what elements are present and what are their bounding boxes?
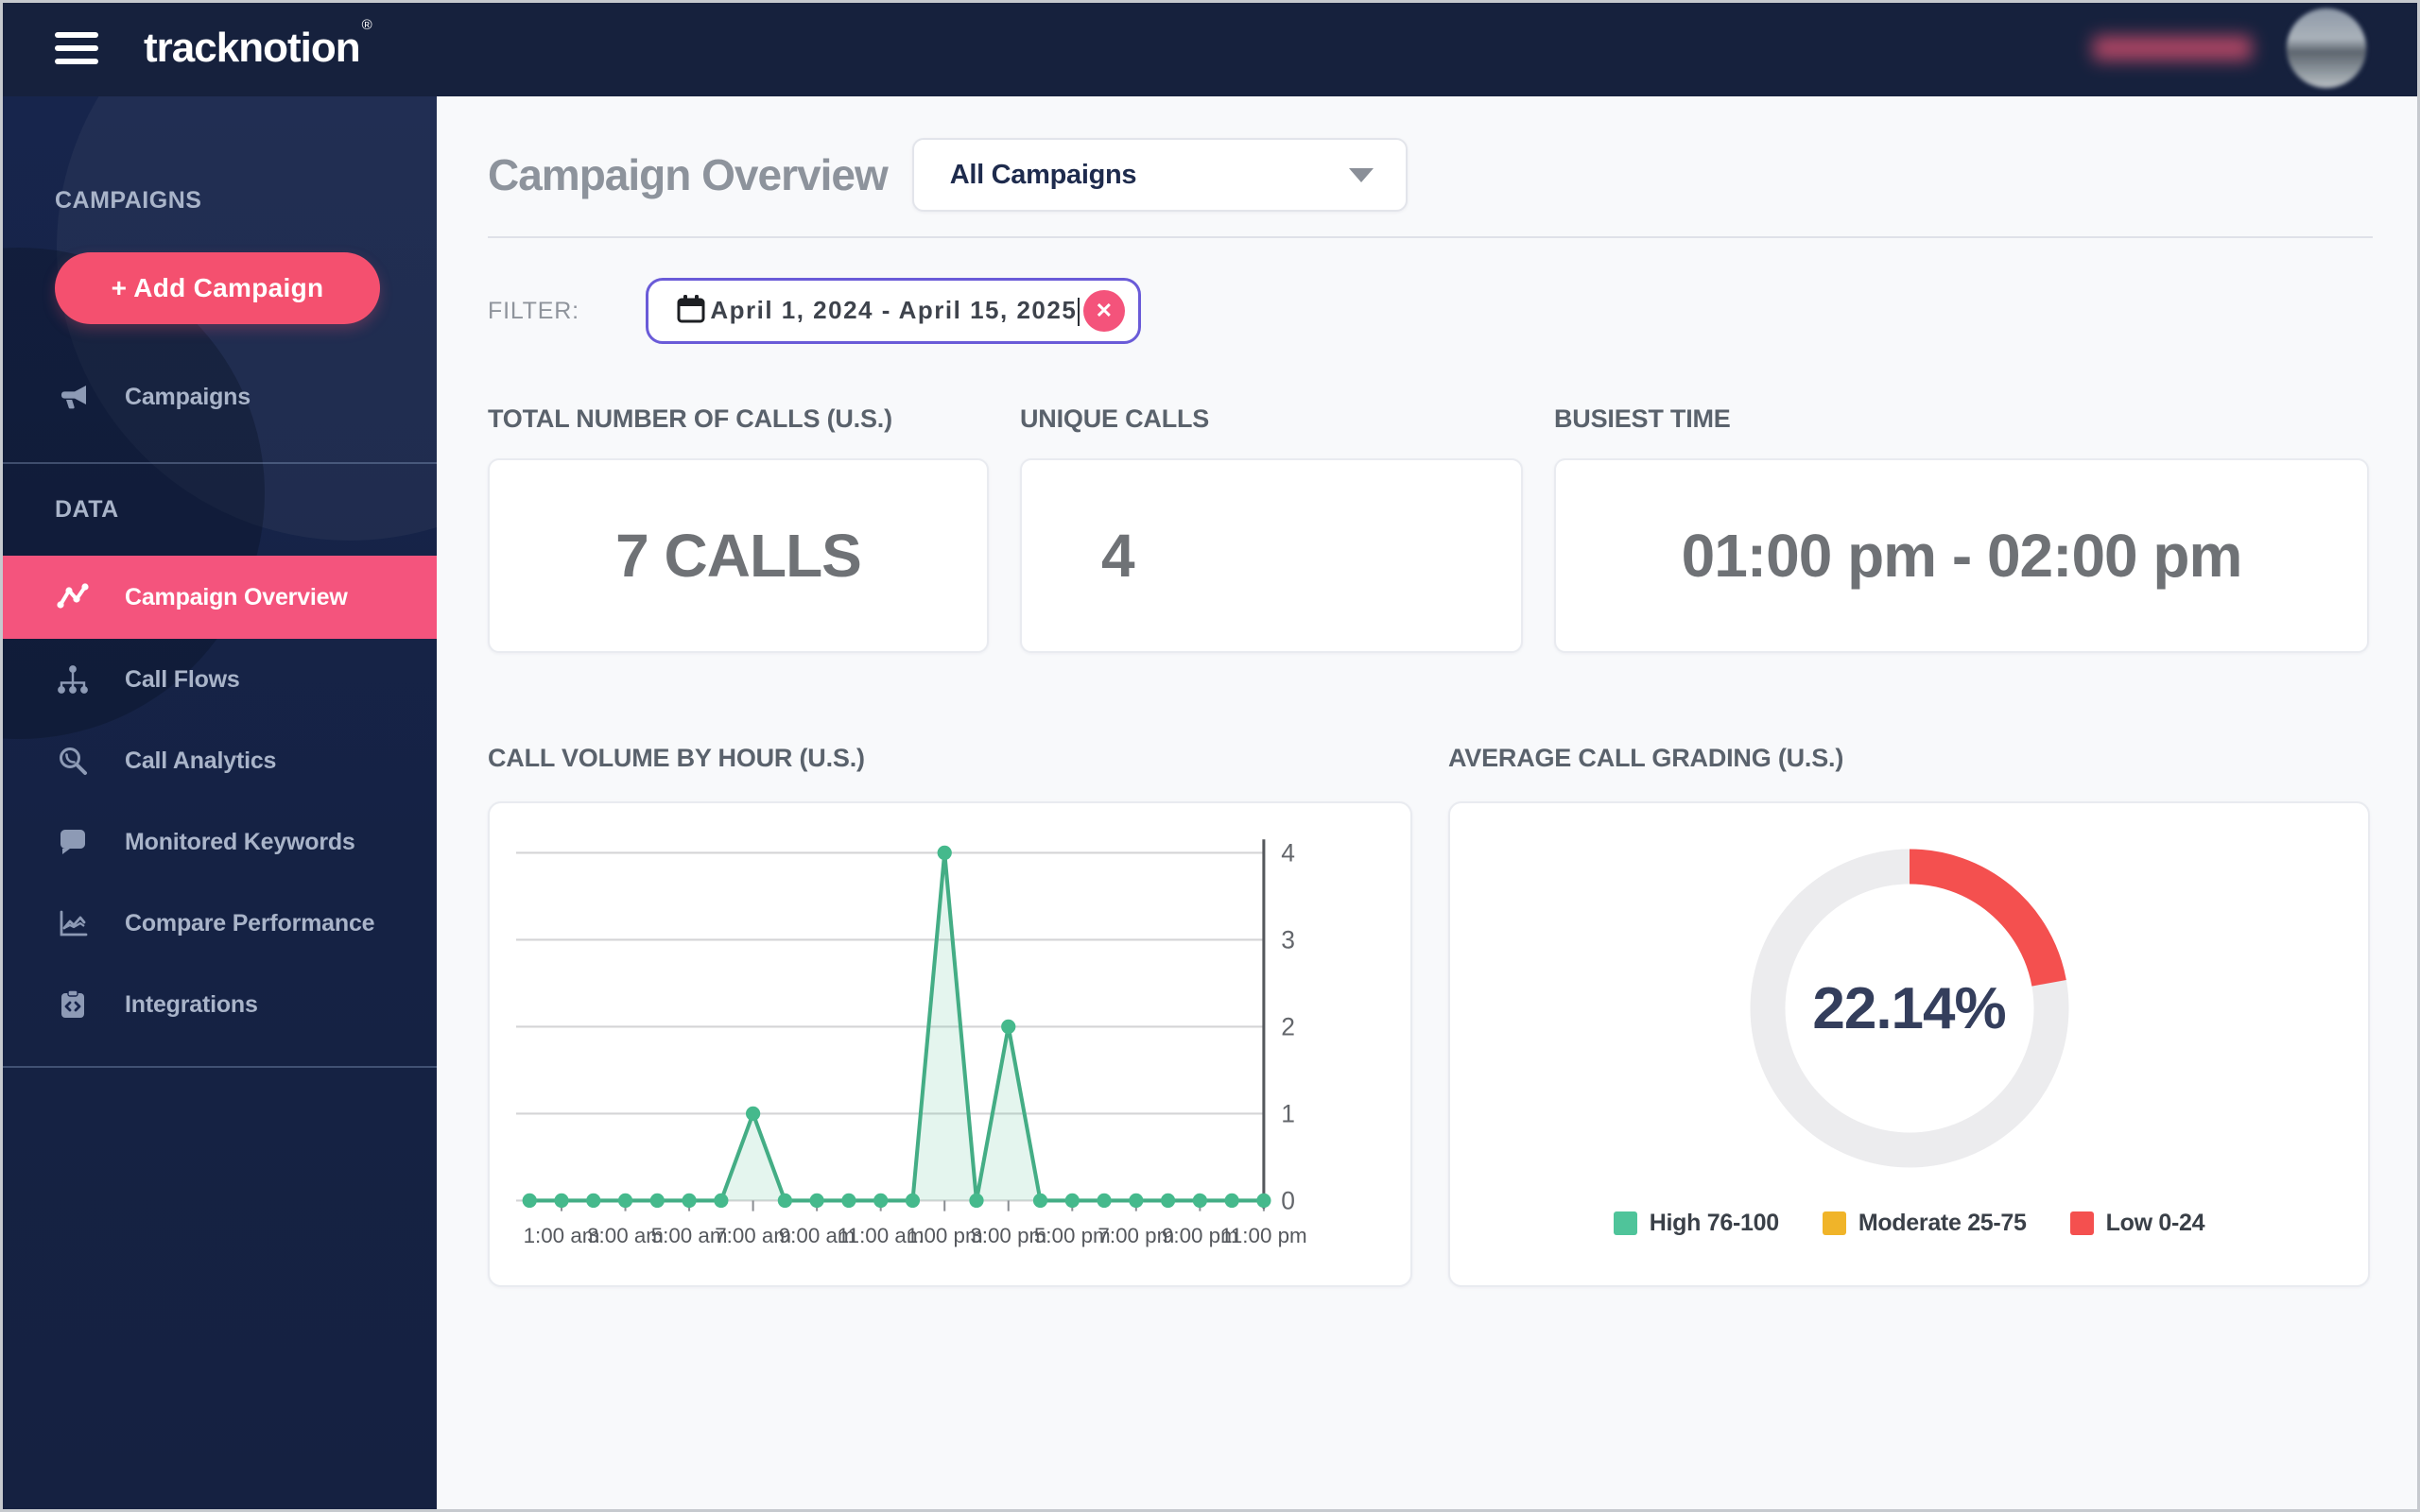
svg-text:4: 4	[1281, 839, 1295, 868]
sidebar-item-compare-performance[interactable]: Compare Performance	[0, 883, 437, 964]
line-chart-icon	[55, 579, 91, 615]
sidebar-heading-campaigns: CAMPAIGNS	[55, 187, 202, 214]
svg-text:1: 1	[1281, 1100, 1295, 1128]
search-phone-icon	[55, 743, 91, 779]
svg-text:0: 0	[1281, 1187, 1295, 1215]
legend-swatch-high	[1613, 1211, 1637, 1235]
legend-swatch-moderate	[1822, 1211, 1846, 1235]
sidebar-heading-data: DATA	[55, 496, 119, 523]
stat-value: 7 CALLS	[615, 522, 862, 590]
legend-item-high: High 76-100	[1613, 1210, 1779, 1237]
call-volume-section: CALL VOLUME BY HOUR (U.S.) 0 1 2 3 4 1:00 am 3…	[488, 744, 1412, 1287]
sidebar-item-campaigns[interactable]: Campaigns	[0, 356, 437, 438]
app-logo: tracknotion ®	[144, 17, 372, 71]
text-cursor	[1078, 298, 1080, 327]
sidebar-item-label: Integrations	[125, 990, 258, 1018]
grading-percentage: 22.14%	[1812, 975, 2006, 1041]
title-divider	[488, 236, 2373, 238]
sidebar-item-integrations[interactable]: Integrations	[0, 964, 437, 1045]
stat-value: 01:00 pm - 02:00 pm	[1681, 522, 2243, 590]
clear-filter-button[interactable]: ✕	[1082, 290, 1125, 332]
sidebar-item-call-analytics[interactable]: Call Analytics	[0, 720, 437, 801]
page-title: Campaign Overview	[488, 150, 889, 199]
user-name-redacted[interactable]	[2093, 36, 2252, 60]
stat-unique-calls: UNIQUE CALLS 4	[1020, 404, 1523, 653]
filter-label: FILTER:	[488, 297, 579, 324]
sidebar-item-monitored-keywords[interactable]: Monitored Keywords	[0, 801, 437, 883]
sidebar-item-campaign-overview[interactable]: Campaign Overview	[0, 556, 437, 639]
sidebar-divider-bottom	[0, 1066, 437, 1068]
sidebar-item-label: Compare Performance	[125, 909, 375, 936]
registered-mark: ®	[361, 17, 372, 34]
add-campaign-button[interactable]: + Add Campaign	[55, 252, 380, 324]
app-window: tracknotion ® CAMPAIGNS + Add Campaign Ca…	[0, 0, 2420, 1512]
legend-item-moderate: Moderate 25-75	[1822, 1210, 2027, 1237]
stat-card: 01:00 pm - 02:00 pm	[1554, 458, 2369, 653]
campaign-select-dropdown[interactable]: All Campaigns	[911, 138, 1408, 212]
stat-busiest-time: BUSIEST TIME 01:00 pm - 02:00 pm	[1554, 404, 2369, 653]
chevron-down-icon	[1348, 167, 1374, 182]
stat-card: 4	[1020, 458, 1523, 653]
legend-label: Moderate 25-75	[1858, 1210, 2027, 1236]
hamburger-menu-icon[interactable]	[55, 32, 98, 64]
legend-label: Low 0-24	[2105, 1210, 2205, 1236]
user-avatar[interactable]	[2286, 8, 2367, 89]
call-grading-title: AVERAGE CALL GRADING (U.S.)	[1448, 744, 1844, 772]
calendar-icon	[675, 293, 707, 330]
main-content: Campaign Overview All Campaigns FILTER: …	[437, 96, 2420, 1512]
clipboard-code-icon	[55, 987, 91, 1022]
topbar: tracknotion ®	[0, 0, 2420, 96]
call-volume-title: CALL VOLUME BY HOUR (U.S.)	[488, 744, 865, 772]
sidebar-item-label: Campaign Overview	[125, 583, 348, 610]
sitemap-icon	[55, 662, 91, 697]
grading-legend: High 76-100 Moderate 25-75 Low 0-24	[1613, 1210, 2205, 1237]
stat-total-calls: TOTAL NUMBER OF CALLS (U.S.) 7 CALLS	[488, 404, 989, 653]
date-range-value: April 1, 2024 - April 15, 2025	[707, 296, 1083, 327]
stat-label: TOTAL NUMBER OF CALLS (U.S.)	[488, 404, 892, 433]
stat-label: UNIQUE CALLS	[1020, 404, 1210, 433]
grading-donut: 22.14%	[1748, 847, 2071, 1170]
sidebar-divider	[0, 462, 437, 464]
svg-text:2: 2	[1281, 1013, 1295, 1041]
sidebar-item-label: Call Analytics	[125, 747, 277, 774]
campaign-select-value: All Campaigns	[949, 159, 1137, 190]
stat-label: BUSIEST TIME	[1554, 404, 1731, 433]
call-grading-section: AVERAGE CALL GRADING (U.S.) 22.14% High …	[1448, 744, 2370, 1287]
speech-bubble-icon	[55, 824, 91, 860]
legend-item-low: Low 0-24	[2069, 1210, 2205, 1237]
svg-text:11:00 pm: 11:00 pm	[1220, 1224, 1307, 1247]
area-chart-icon	[55, 905, 91, 941]
sidebar-item-label: Call Flows	[125, 665, 240, 693]
sidebar-item-call-flows[interactable]: Call Flows	[0, 639, 437, 720]
sidebar-item-label: Monitored Keywords	[125, 828, 355, 855]
call-volume-svg: 012341:00 am3:00 am5:00 am7:00 am9:00 am…	[516, 839, 1307, 1247]
sidebar: CAMPAIGNS + Add Campaign Campaigns DATA …	[0, 96, 437, 1512]
call-grading-chart: 22.14% High 76-100 Moderate 25-75 Low 0-…	[1448, 801, 2370, 1287]
megaphone-icon	[55, 379, 91, 415]
call-volume-chart: 0 1 2 3 4 1:00 am 3:00 am 5:00 am 7:00 am 9:00 am…	[488, 801, 1412, 1287]
legend-label: High 76-100	[1649, 1210, 1779, 1236]
svg-text:3: 3	[1281, 926, 1295, 954]
date-range-input[interactable]: April 1, 2024 - April 15, 2025 ✕	[645, 278, 1141, 344]
legend-swatch-low	[2069, 1211, 2094, 1235]
stat-card: 7 CALLS	[488, 458, 989, 653]
sidebar-item-label: Campaigns	[125, 383, 251, 410]
stat-value: 4	[1101, 522, 1135, 590]
